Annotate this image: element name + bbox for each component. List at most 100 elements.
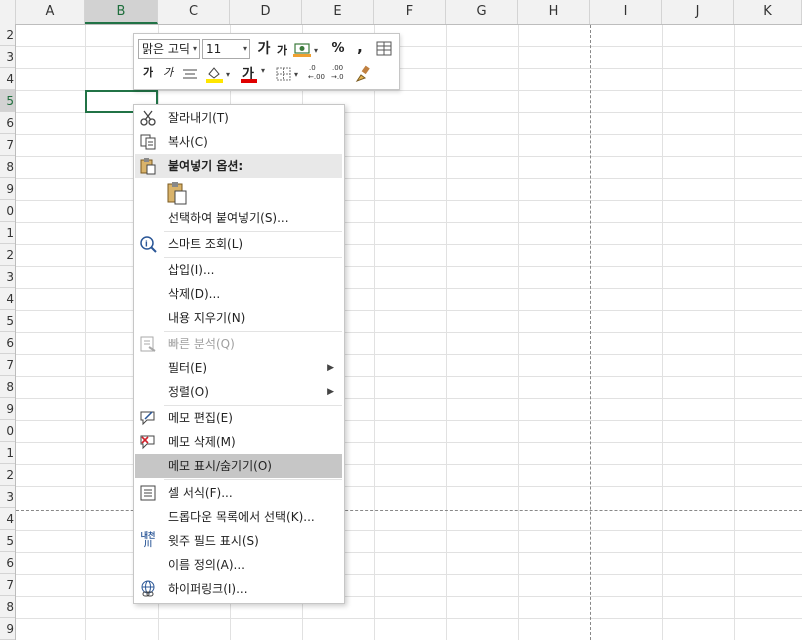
row-header-selected[interactable]: 5 — [0, 90, 15, 112]
svg-text:▾: ▾ — [314, 46, 318, 55]
row-header[interactable]: 6 — [0, 332, 15, 354]
menu-header-paste-options: 붙여넣기 옵션: — [135, 154, 342, 178]
row-header[interactable]: 4 — [0, 288, 15, 310]
chevron-down-icon[interactable]: ▾ — [193, 40, 197, 58]
row-header[interactable]: 7 — [0, 354, 15, 376]
increase-decimal-label: .0 — [309, 64, 316, 72]
row-header[interactable]: 8 — [0, 596, 15, 618]
smart-lookup-icon: i — [139, 235, 157, 253]
row-header[interactable]: 3 — [0, 46, 15, 68]
quick-analysis-icon — [139, 335, 157, 353]
menu-item-smart-lookup[interactable]: i 스마트 조회(L) — [135, 232, 342, 256]
phonetic-icon: 내천 川 — [140, 531, 156, 548]
borders-button[interactable]: ▾ — [274, 64, 304, 84]
decrease-decimal-icon: →.0 — [331, 73, 344, 81]
paste-option-button[interactable] — [164, 180, 190, 206]
menu-item-delete[interactable]: 삭제(D)... — [135, 282, 342, 306]
row-header[interactable]: 6 — [0, 112, 15, 134]
chevron-down-icon[interactable]: ▾ — [243, 40, 247, 58]
menu-item-label: 삭제(D)... — [168, 287, 221, 301]
menu-item-insert[interactable]: 삽입(I)... — [135, 258, 342, 282]
menu-item-label: 빠른 분석(Q) — [168, 337, 235, 351]
bold-label: 가 — [142, 66, 154, 79]
row-header[interactable]: 8 — [0, 156, 15, 178]
font-name-combobox[interactable]: 맑은 고딕 ▾ — [138, 39, 200, 59]
shrink-font-button[interactable]: 가 — [274, 41, 290, 61]
decrease-decimal-button[interactable]: .00 →.0 — [330, 64, 352, 84]
column-header-c[interactable]: C — [158, 0, 230, 24]
accounting-icon: ▾ — [293, 43, 318, 57]
format-table-button[interactable] — [374, 39, 394, 59]
row-header[interactable]: 7 — [0, 134, 15, 156]
row-header[interactable]: 2 — [0, 24, 15, 46]
menu-item-sort[interactable]: 정렬(O) ▶ — [135, 380, 342, 404]
row-header[interactable]: 4 — [0, 508, 15, 530]
menu-item-edit-note[interactable]: 메모 편집(E) — [135, 406, 342, 430]
row-header[interactable]: 3 — [0, 266, 15, 288]
font-size-combobox[interactable]: 11 ▾ — [202, 39, 250, 59]
font-color-button[interactable]: 가 ▾ — [239, 63, 271, 85]
column-header-e[interactable]: E — [302, 0, 374, 24]
row-header[interactable]: 9 — [0, 398, 15, 420]
submenu-arrow-icon: ▶ — [327, 387, 334, 397]
menu-item-format-cells[interactable]: 셀 서식(F)... — [135, 481, 342, 505]
column-header-j[interactable]: J — [662, 0, 734, 24]
decrease-decimal-label: .00 — [332, 64, 344, 72]
row-header[interactable]: 8 — [0, 376, 15, 398]
menu-item-phonetic-field[interactable]: 내천 川 윗주 필드 표시(S) — [135, 529, 342, 553]
scissors-icon — [139, 109, 157, 127]
column-header-g[interactable]: G — [446, 0, 518, 24]
row-header[interactable]: 6 — [0, 552, 15, 574]
row-header[interactable]: 2 — [0, 244, 15, 266]
comma-style-button[interactable]: , — [352, 37, 368, 57]
menu-item-show-hide-note[interactable]: 메모 표시/숨기기(O) — [135, 454, 342, 478]
menu-item-define-name[interactable]: 이름 정의(A)... — [135, 553, 342, 577]
menu-item-label: 드롭다운 목록에서 선택(K)... — [168, 510, 315, 524]
menu-item-label: 복사(C) — [168, 135, 208, 149]
row-header[interactable]: 9 — [0, 618, 15, 640]
menu-item-pick-from-dropdown[interactable]: 드롭다운 목록에서 선택(K)... — [135, 505, 342, 529]
column-header-d[interactable]: D — [230, 0, 302, 24]
menu-item-label: 하이퍼링크(I)... — [168, 582, 248, 596]
menu-item-hyperlink[interactable]: 하이퍼링크(I)... — [135, 577, 342, 601]
row-header[interactable]: 1 — [0, 442, 15, 464]
row-header[interactable]: 5 — [0, 530, 15, 552]
row-header[interactable]: 5 — [0, 310, 15, 332]
align-center-button[interactable] — [180, 64, 200, 84]
row-header[interactable]: 2 — [0, 464, 15, 486]
column-header-bar: A B C D E F G H I J K — [0, 0, 802, 25]
fill-color-button[interactable]: ▾ — [204, 64, 236, 84]
increase-decimal-button[interactable]: .0 ←.00 — [307, 64, 329, 84]
menu-item-label: 정렬(O) — [168, 385, 209, 399]
row-header[interactable]: 1 — [0, 222, 15, 244]
shrink-font-label: 가 — [276, 44, 288, 57]
row-header[interactable]: 0 — [0, 200, 15, 222]
column-header-k[interactable]: K — [734, 0, 802, 24]
menu-item-delete-note[interactable]: 메모 삭제(M) — [135, 430, 342, 454]
menu-item-label: 메모 삭제(M) — [168, 435, 236, 449]
row-header[interactable]: 4 — [0, 68, 15, 90]
row-header[interactable]: 7 — [0, 574, 15, 596]
menu-item-paste-special[interactable]: 선택하여 붙여넣기(S)... — [135, 206, 342, 230]
accounting-format-button[interactable]: ▾ — [292, 39, 322, 59]
column-header-f[interactable]: F — [374, 0, 446, 24]
column-header-b[interactable]: B — [85, 0, 158, 24]
bold-button[interactable]: 가 — [140, 63, 156, 83]
column-header-a[interactable]: A — [16, 0, 85, 24]
column-header-h[interactable]: H — [518, 0, 590, 24]
row-header[interactable]: 3 — [0, 486, 15, 508]
italic-button[interactable]: 가 — [160, 63, 176, 83]
row-header[interactable]: 9 — [0, 178, 15, 200]
menu-item-cut[interactable]: 잘라내기(T) — [135, 106, 342, 130]
row-header[interactable]: 0 — [0, 420, 15, 442]
grow-font-button[interactable]: 가 — [255, 39, 273, 59]
menu-item-clear-contents[interactable]: 내용 지우기(N) — [135, 306, 342, 330]
menu-item-copy[interactable]: 복사(C) — [135, 130, 342, 154]
select-all-corner[interactable] — [0, 0, 16, 24]
percent-style-button[interactable]: % — [330, 39, 346, 59]
font-color-swatch — [241, 79, 257, 83]
format-painter-button[interactable] — [354, 64, 374, 84]
menu-item-filter[interactable]: 필터(E) ▶ — [135, 356, 342, 380]
borders-icon: ▾ — [276, 67, 298, 81]
column-header-i[interactable]: I — [590, 0, 662, 24]
